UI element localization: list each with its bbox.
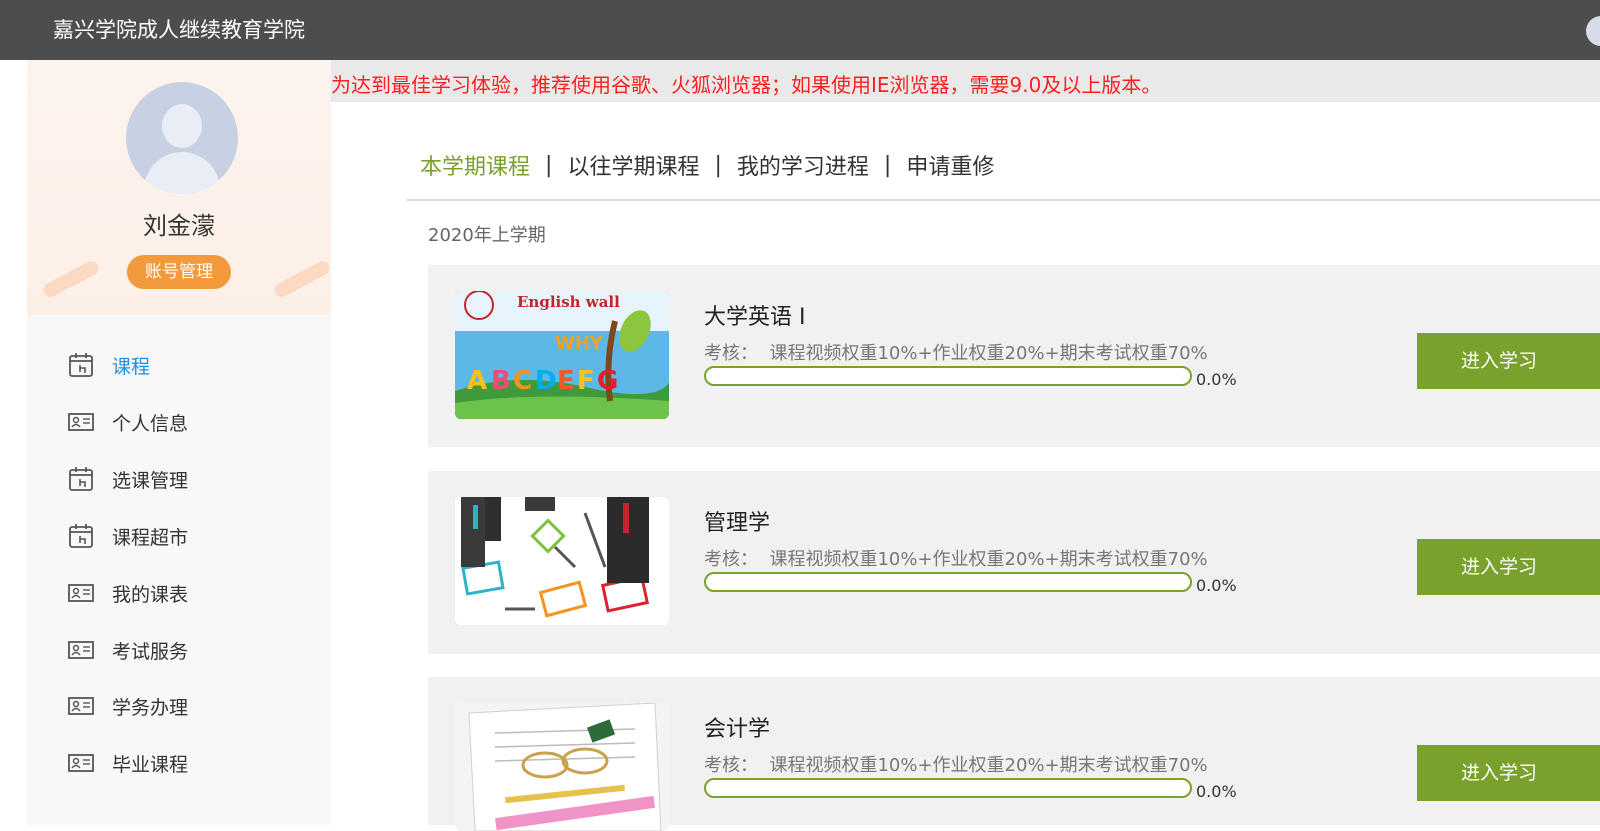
sidebar-item-course-selection[interactable]: 选课管理 <box>67 459 317 499</box>
sidebar: 刘金濛 账号管理 课程 个人信息 选课管理 课程超市 我的课表 考试服务 学务办… <box>27 60 331 825</box>
calendar-icon <box>67 351 95 379</box>
assessment-text: 考核： 课程视频权重10%+作业权重20%+期末考试权重70% <box>704 755 1208 776</box>
svg-text:G: G <box>597 366 618 396</box>
course-name[interactable]: 大学英语 I <box>704 299 805 331</box>
calendar-icon <box>67 522 95 550</box>
browser-notice-banner: 为达到最佳学习体验，推荐使用谷歌、火狐浏览器；如果使用IE浏览器，需要9.0及以… <box>331 60 1600 102</box>
enter-study-button[interactable]: 进入学习 <box>1417 745 1600 801</box>
id-card-icon <box>67 636 95 664</box>
course-tabs: 本学期课程 | 以往学期课程 | 我的学习进程 | 申请重修 <box>420 148 994 182</box>
assessment-text: 考核： 课程视频权重10%+作业权重20%+期末考试权重70% <box>704 549 1208 570</box>
decorative-streak <box>272 258 331 300</box>
svg-text:B: B <box>491 366 511 396</box>
course-thumbnail[interactable] <box>455 497 669 625</box>
course-card: 会计学 考核： 课程视频权重10%+作业权重20%+期末考试权重70% 0.0%… <box>428 677 1600 831</box>
sidebar-item-graduation-courses[interactable]: 毕业课程 <box>67 743 317 783</box>
top-header-bar: 嘉兴学院成人继续教育学院 <box>0 0 1600 60</box>
sidebar-item-exam-service[interactable]: 考试服务 <box>67 630 317 670</box>
sidebar-item-courses[interactable]: 课程 <box>67 345 317 385</box>
account-management-button[interactable]: 账号管理 <box>127 255 231 289</box>
sidebar-item-label: 毕业课程 <box>112 753 189 776</box>
id-card-icon <box>67 579 95 607</box>
sidebar-item-academic-affairs[interactable]: 学务办理 <box>67 686 317 726</box>
sidebar-item-label: 课程 <box>112 355 151 378</box>
progress-bar <box>704 778 1192 798</box>
profile-panel: 刘金濛 账号管理 <box>27 60 331 315</box>
sidebar-item-label: 选课管理 <box>112 469 189 492</box>
tab-past-semesters[interactable]: 以往学期课程 <box>567 149 699 181</box>
svg-text:F: F <box>577 366 595 396</box>
browser-notice-text: 为达到最佳学习体验，推荐使用谷歌、火狐浏览器；如果使用IE浏览器，需要9.0及以… <box>331 73 1162 97</box>
progress-percent: 0.0% <box>1196 576 1237 595</box>
course-card: 管理学 考核： 课程视频权重10%+作业权重20%+期末考试权重70% 0.0%… <box>428 471 1600 654</box>
tab-apply-retake[interactable]: 申请重修 <box>906 149 994 181</box>
progress-bar <box>704 572 1192 592</box>
user-avatar-button[interactable] <box>1586 16 1600 46</box>
svg-text:D: D <box>535 366 557 396</box>
calendar-icon <box>67 465 95 493</box>
svg-text:English wall: English wall <box>517 293 620 311</box>
enter-study-button[interactable]: 进入学习 <box>1417 539 1600 595</box>
site-title: 嘉兴学院成人继续教育学院 <box>53 18 305 42</box>
tabs-divider <box>407 199 1600 201</box>
course-name[interactable]: 管理学 <box>704 505 770 537</box>
svg-text:C: C <box>513 366 532 396</box>
course-card: English wall WHY A B C D E F G 大学英语 I 考核… <box>428 265 1600 447</box>
semester-label: 2020年上学期 <box>428 225 546 246</box>
tab-learning-progress[interactable]: 我的学习进程 <box>737 149 869 181</box>
tab-separator: | <box>545 152 553 178</box>
decorative-streak <box>41 258 101 300</box>
enter-study-button[interactable]: 进入学习 <box>1417 333 1600 389</box>
assessment-text: 考核： 课程视频权重10%+作业权重20%+期末考试权重70% <box>704 343 1208 364</box>
sidebar-item-label: 考试服务 <box>112 640 189 663</box>
svg-text:E: E <box>557 366 575 396</box>
avatar <box>126 82 238 194</box>
tab-separator: | <box>714 152 722 178</box>
sidebar-item-label: 课程超市 <box>112 526 189 549</box>
course-thumbnail[interactable] <box>455 703 669 831</box>
tab-current-semester[interactable]: 本学期课程 <box>420 149 530 181</box>
sidebar-item-course-market[interactable]: 课程超市 <box>67 516 317 556</box>
sidebar-item-label: 个人信息 <box>112 412 189 435</box>
course-thumbnail[interactable]: English wall WHY A B C D E F G <box>455 291 669 419</box>
progress-percent: 0.0% <box>1196 782 1237 801</box>
id-card-icon <box>67 749 95 777</box>
svg-text:A: A <box>467 366 487 396</box>
sidebar-item-label: 学务办理 <box>112 696 189 719</box>
svg-text:WHY: WHY <box>555 333 604 354</box>
sidebar-item-my-schedule[interactable]: 我的课表 <box>67 573 317 613</box>
sidebar-item-personal-info[interactable]: 个人信息 <box>67 402 317 442</box>
id-card-icon <box>67 692 95 720</box>
progress-bar <box>704 366 1192 386</box>
tab-separator: | <box>883 152 892 178</box>
course-name[interactable]: 会计学 <box>704 711 770 743</box>
id-card-icon <box>67 408 95 436</box>
user-name: 刘金濛 <box>143 212 215 240</box>
progress-percent: 0.0% <box>1196 370 1237 389</box>
sidebar-item-label: 我的课表 <box>112 583 189 606</box>
